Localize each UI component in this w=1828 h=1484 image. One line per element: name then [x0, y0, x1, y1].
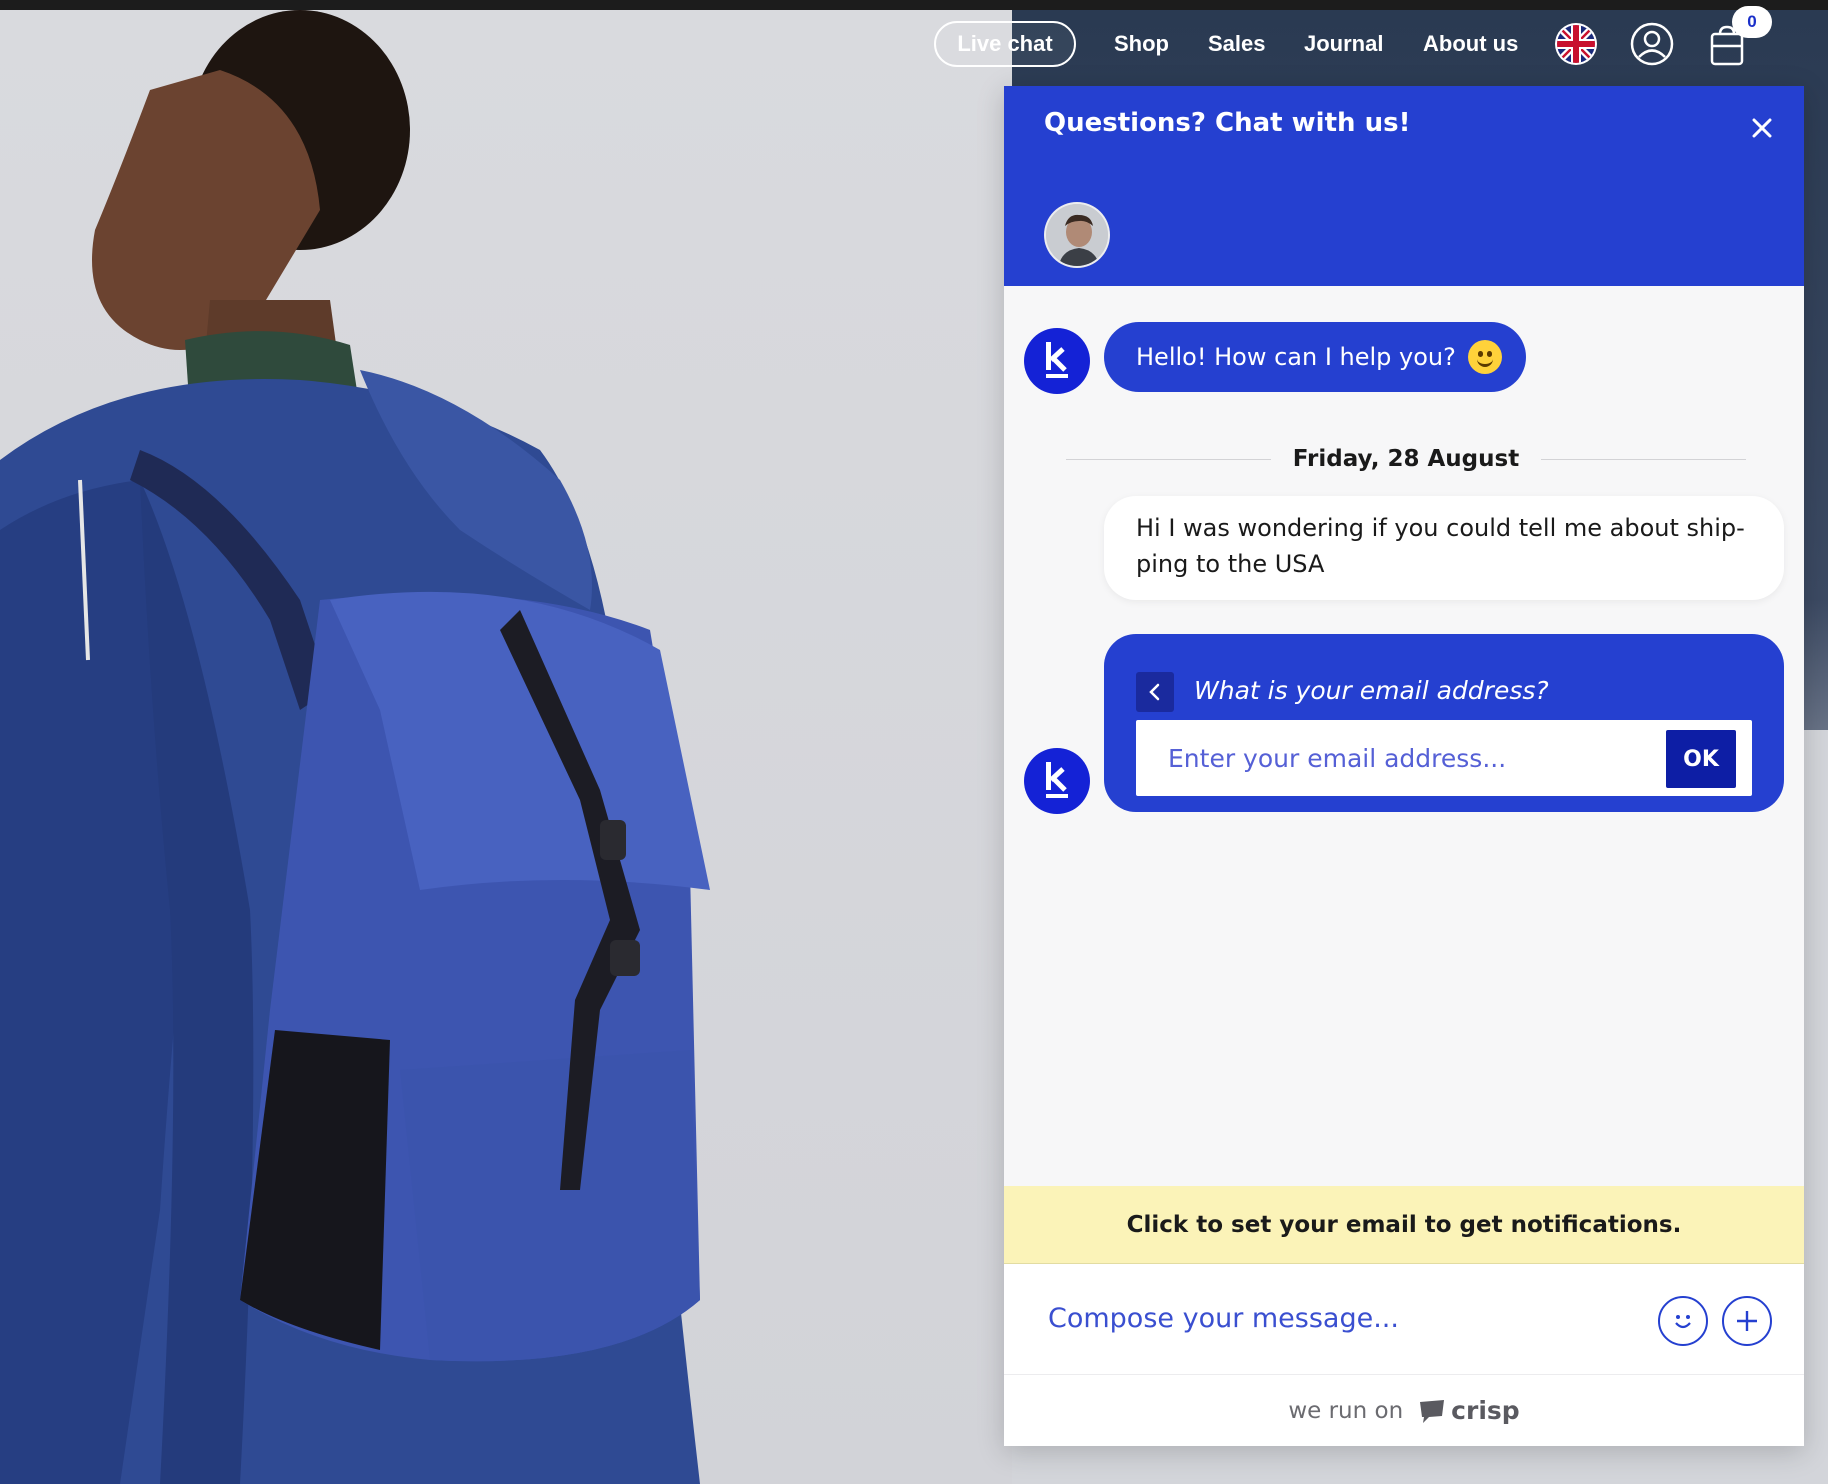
close-icon[interactable]	[1744, 110, 1780, 146]
date-separator: Friday, 28 August	[1066, 444, 1746, 474]
user-message-line: Hi I was wondering if you could tell me …	[1136, 514, 1745, 542]
live-chat-button[interactable]: Live chat	[934, 21, 1076, 67]
hero-image	[0, 10, 1012, 1484]
compose-area	[1004, 1264, 1804, 1374]
email-request-card: What is your email address? OK	[1104, 634, 1784, 812]
email-prompt: What is your email address?	[1194, 676, 1549, 705]
chevron-left-icon	[1149, 683, 1160, 701]
agent-avatar	[1044, 202, 1110, 268]
chat-widget: Questions? Chat with us! Hello! How can …	[1004, 86, 1804, 1446]
separator-line	[1541, 458, 1746, 460]
nav-about-us[interactable]: About us	[1423, 26, 1518, 62]
nav-journal[interactable]: Journal	[1304, 26, 1383, 62]
emoji-button[interactable]	[1658, 1296, 1708, 1346]
nav-sales[interactable]: Sales	[1208, 26, 1266, 62]
ok-button[interactable]: OK	[1666, 730, 1736, 788]
operator-avatar	[1024, 748, 1090, 814]
email-notification-bar[interactable]: Click to set your email to get notificat…	[1004, 1186, 1804, 1264]
page: Live chat Shop Sales Journal About us 0 …	[0, 0, 1828, 1484]
email-input[interactable]	[1136, 720, 1752, 796]
account-icon[interactable]	[1630, 22, 1674, 66]
attach-button[interactable]	[1722, 1296, 1772, 1346]
chat-header: Questions? Chat with us!	[1004, 86, 1804, 286]
k-logo-icon	[1046, 762, 1068, 798]
cart-count-badge: 0	[1732, 6, 1772, 38]
crisp-logo-icon	[1420, 1399, 1445, 1423]
chat-title: Questions? Chat with us!	[1044, 108, 1411, 138]
operator-avatar	[1024, 328, 1090, 394]
chat-footer: we run on crisp	[1004, 1374, 1804, 1446]
footer-prefix: we run on	[1288, 1397, 1404, 1424]
top-border	[0, 0, 1828, 10]
model-backpack-illustration	[0, 10, 710, 1484]
k-logo-icon	[1046, 342, 1068, 378]
separator-line	[1066, 458, 1271, 460]
compose-input[interactable]	[1048, 1290, 1608, 1346]
plus-icon	[1737, 1311, 1757, 1331]
operator-message-text: Hello! How can I help you?	[1136, 343, 1456, 371]
uk-flag-icon[interactable]	[1554, 22, 1598, 66]
operator-message: Hello! How can I help you?	[1104, 322, 1526, 392]
date-label: Friday, 28 August	[1292, 446, 1520, 472]
user-message-line: ping to the USA	[1136, 550, 1325, 578]
nav-shop[interactable]: Shop	[1114, 26, 1169, 62]
smiley-icon	[1675, 1315, 1691, 1329]
back-button[interactable]	[1136, 672, 1174, 712]
crisp-brand-label: crisp	[1451, 1396, 1520, 1425]
crisp-brand[interactable]: crisp	[1417, 1396, 1520, 1425]
user-message: Hi I was wondering if you could tell me …	[1104, 496, 1784, 600]
smiley-emoji-icon	[1467, 340, 1502, 374]
